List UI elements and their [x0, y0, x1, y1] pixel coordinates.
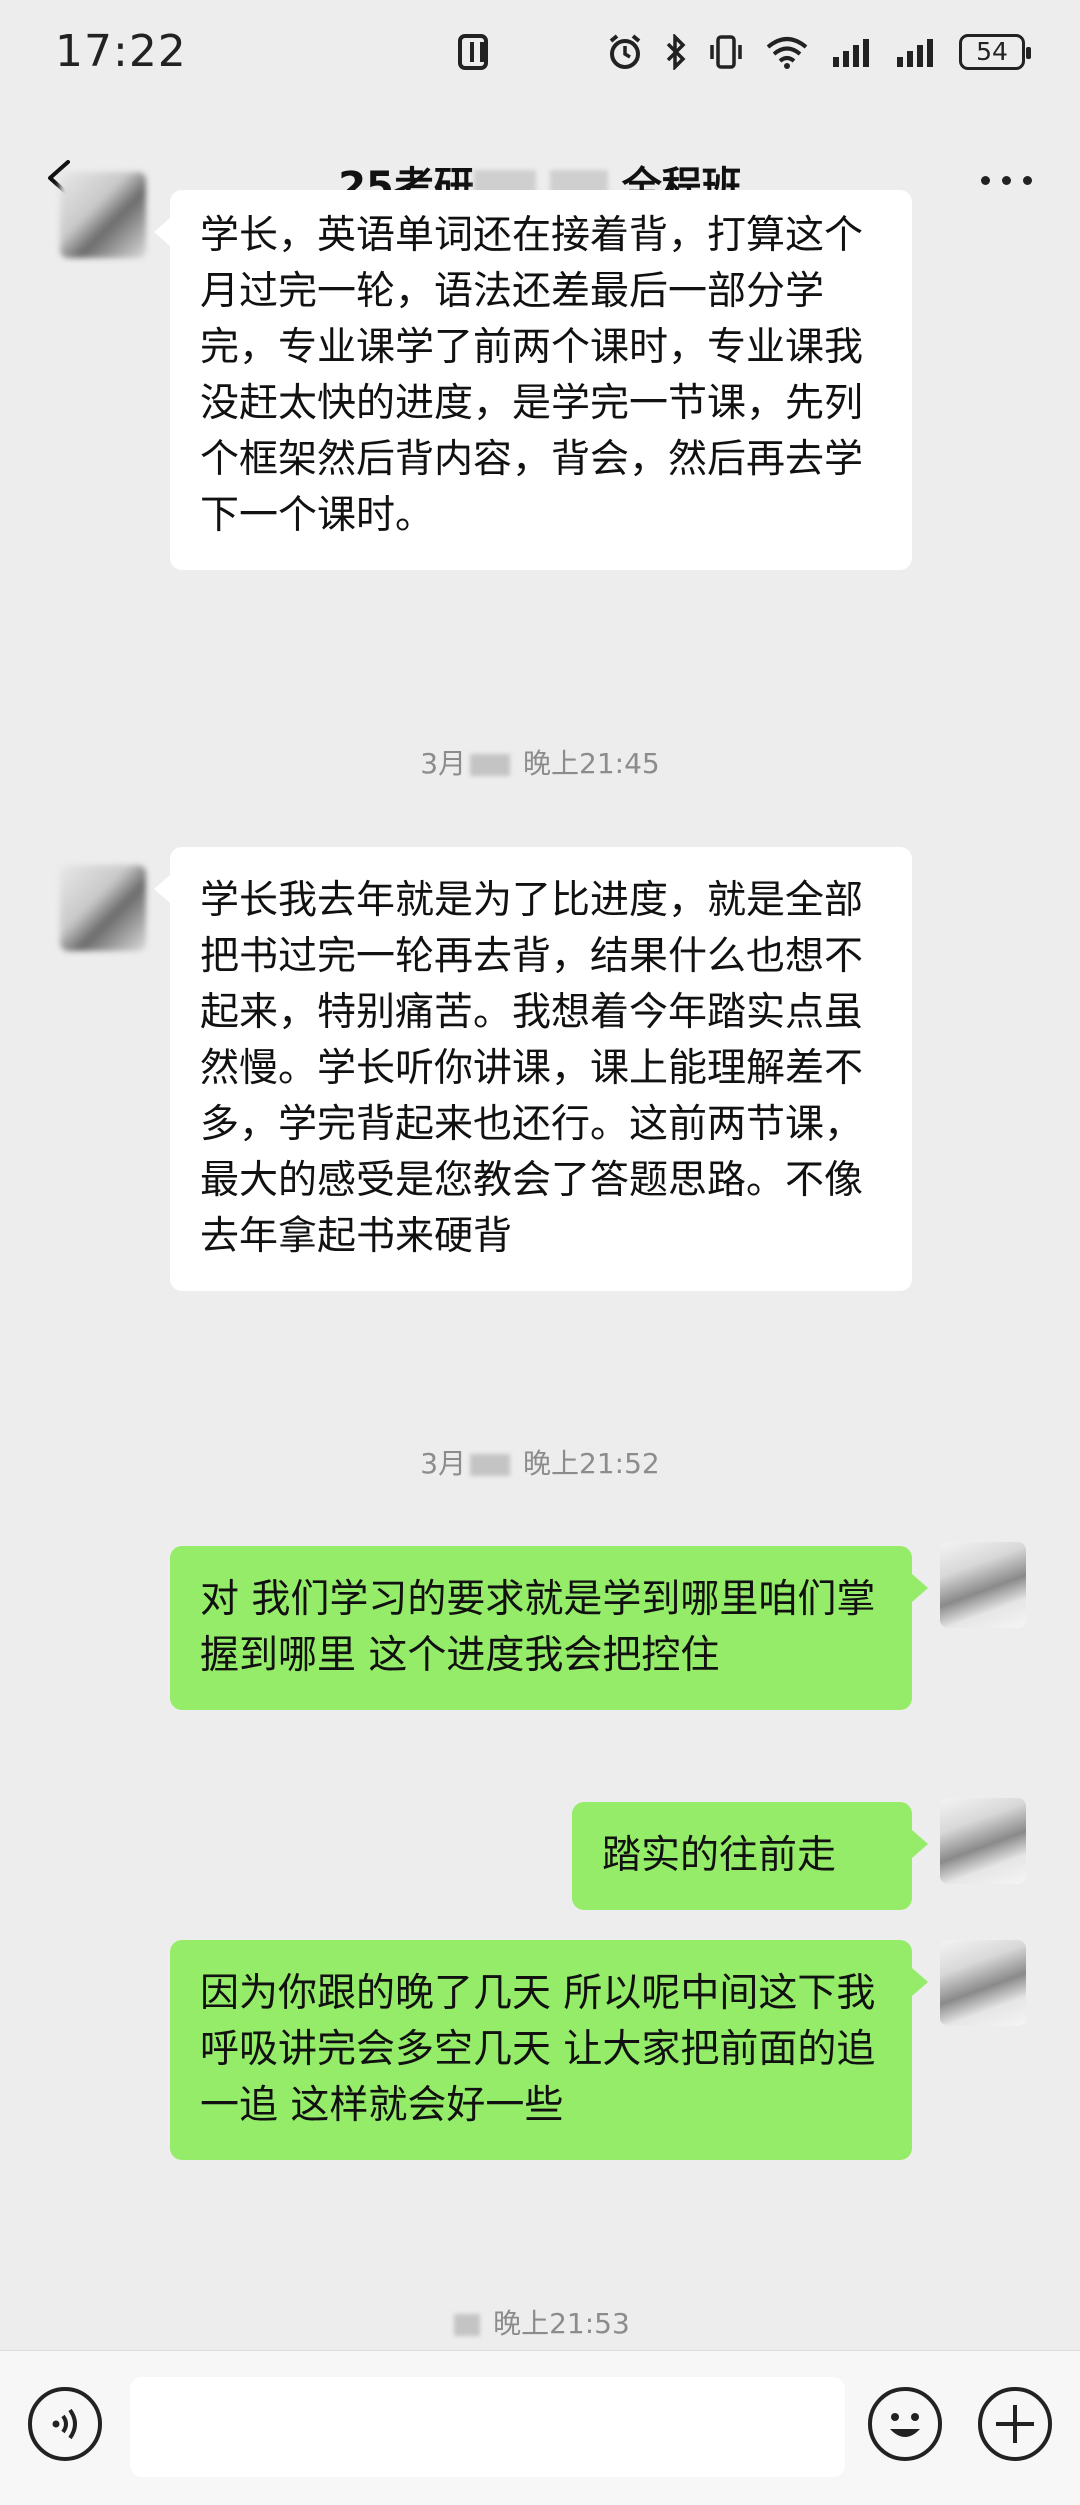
emoji-icon	[890, 2413, 920, 2437]
timestamp: 3月 晚上21:45	[420, 747, 660, 780]
signal-icon	[833, 39, 869, 67]
status-bar: 17:22 54	[0, 0, 1080, 110]
nfc-icon	[458, 34, 488, 70]
avatar[interactable]	[940, 1940, 1026, 2026]
signal-icon	[897, 39, 933, 67]
alarm-icon	[609, 34, 641, 69]
battery-icon: 54	[959, 34, 1031, 70]
voice-icon	[52, 2408, 77, 2440]
emoji-button[interactable]	[868, 2387, 942, 2461]
status-time: 17:22	[55, 26, 187, 77]
voice-button[interactable]	[28, 2387, 102, 2461]
plus-button[interactable]	[978, 2387, 1052, 2461]
avatar[interactable]	[940, 1542, 1026, 1628]
message-bubble[interactable]: 学长我去年就是为了比进度，就是全部把书过完一轮再去背，结果什么也想不起来，特别痛…	[154, 847, 912, 1291]
avatar[interactable]	[940, 1798, 1026, 1884]
wifi-icon	[766, 37, 808, 69]
avatar[interactable]	[60, 172, 146, 258]
timestamp: 晚上21:53	[0, 2302, 1080, 2342]
timestamp: 3月 晚上21:52	[420, 1447, 660, 1480]
message-bubble[interactable]: 踏实的往前走	[572, 1802, 928, 1910]
bluetooth-icon	[666, 34, 686, 70]
avatar[interactable]	[60, 865, 146, 951]
message-bubble[interactable]: 因为你跟的晚了几天 所以呢中间这下我呼吸讲完会多空几天 让大家把前面的追一追 这…	[170, 1940, 928, 2160]
message-bubble[interactable]: 学长，英语单词还在接着背，打算这个月过完一轮，语法还差最后一部分学完，专业课学了…	[154, 190, 912, 570]
status-icons: 54	[607, 30, 1031, 74]
message-bubble[interactable]: 对 我们学习的要求就是学到哪里咱们掌握到哪里 这个进度我会把控住	[170, 1546, 928, 1710]
more-icon[interactable]	[981, 176, 1032, 185]
vibrate-icon	[710, 35, 742, 69]
input-bar	[0, 2350, 1080, 2505]
message-list: 学长，英语单词还在接着背，打算这个月过完一轮，语法还差最后一部分学完，专业课学了…	[0, 172, 1080, 2350]
message-input[interactable]	[130, 2377, 845, 2477]
